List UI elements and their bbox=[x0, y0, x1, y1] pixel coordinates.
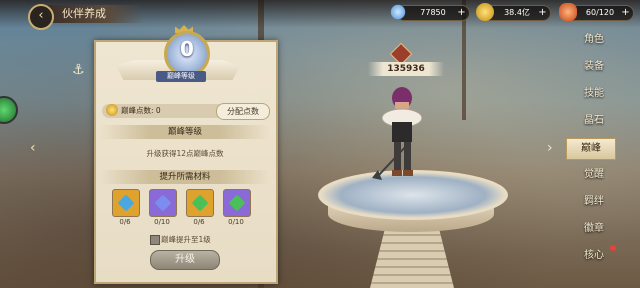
chevron-right-icon: › bbox=[547, 140, 553, 156]
level-description: 升级获得12点巅峰点数 bbox=[146, 149, 224, 158]
menu-item-bond[interactable]: 羁绊 bbox=[574, 192, 614, 212]
level-section-title: 巅峰等级 bbox=[100, 125, 270, 139]
menu-item-equipment[interactable]: 装备 bbox=[574, 57, 614, 77]
resource-stamina: 60/120 + bbox=[559, 3, 634, 21]
allocate-points-button[interactable]: 分配点数 bbox=[216, 103, 270, 120]
page-title: 伙伴养成 bbox=[48, 5, 144, 23]
upgrade-target-checkbox[interactable] bbox=[150, 235, 160, 245]
back-button[interactable]: ‹ bbox=[28, 4, 54, 30]
peak-level-label: 巅峰等级 bbox=[156, 71, 206, 82]
chevron-left-icon: ‹ bbox=[30, 140, 36, 156]
diamond-value: 77850 bbox=[420, 8, 446, 17]
add-stamina-button[interactable]: + bbox=[620, 7, 631, 18]
menu-item-crystal[interactable]: 晶石 bbox=[574, 111, 614, 131]
menu-item-awakening[interactable]: 觉醒 bbox=[574, 165, 614, 185]
previous-partner-button[interactable]: ‹ bbox=[30, 140, 36, 156]
material-slot[interactable] bbox=[149, 189, 177, 217]
add-diamond-button[interactable]: + bbox=[456, 7, 467, 18]
peak-level-value: 0 bbox=[180, 37, 194, 61]
materials-title: 提升所需材料 bbox=[100, 170, 270, 184]
meat-icon bbox=[559, 3, 577, 21]
gold-coin-icon bbox=[476, 3, 494, 21]
menu-item-badge[interactable]: 徽章 bbox=[574, 219, 614, 239]
notification-dot bbox=[610, 245, 616, 251]
material-count: 0/6 bbox=[193, 218, 205, 226]
gem-icon bbox=[117, 194, 135, 212]
gem-icon bbox=[154, 194, 172, 212]
points-label: 巅峰点数: 0 bbox=[121, 106, 161, 115]
gem-icon bbox=[228, 194, 246, 212]
material-count: 0/6 bbox=[119, 218, 131, 226]
power-value: 135936 bbox=[368, 62, 444, 76]
anchor-icon: ⚓ bbox=[72, 62, 85, 78]
add-gold-button[interactable]: + bbox=[537, 7, 548, 18]
resource-gold: 38.4亿 + bbox=[476, 3, 551, 21]
menu-item-peak[interactable]: 巅峰 bbox=[566, 138, 616, 160]
menu-item-skills[interactable]: 技能 bbox=[574, 84, 614, 104]
material-count: 0/10 bbox=[154, 218, 170, 226]
menu-item-core[interactable]: 核心 bbox=[574, 246, 614, 266]
gold-value: 38.4亿 bbox=[504, 8, 530, 17]
back-arrow-icon: ‹ bbox=[38, 8, 44, 23]
resource-diamond: 77850 + bbox=[387, 1, 470, 23]
material-slot[interactable] bbox=[223, 189, 251, 217]
checkbox-label: 巅峰提升至1级 bbox=[161, 235, 211, 244]
material-slot[interactable] bbox=[112, 189, 140, 217]
upgrade-button[interactable]: 升级 bbox=[150, 250, 220, 270]
next-partner-button[interactable]: › bbox=[547, 140, 553, 156]
material-slot[interactable] bbox=[186, 189, 214, 217]
gem-icon bbox=[191, 194, 209, 212]
material-count: 0/10 bbox=[228, 218, 244, 226]
peak-point-icon bbox=[106, 104, 118, 116]
menu-item-character[interactable]: 角色 bbox=[574, 30, 614, 50]
stamina-value: 60/120 bbox=[585, 8, 615, 17]
character-figure[interactable] bbox=[368, 84, 432, 184]
